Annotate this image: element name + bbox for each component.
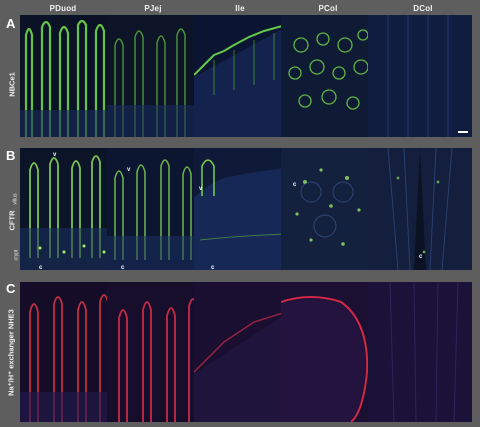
annotation-villus-ile: v: [199, 186, 203, 192]
side-label-crypt: crypt: [13, 249, 20, 261]
panel-letter-c: C: [6, 281, 16, 296]
panel-letter-a: A: [6, 16, 16, 31]
side-label-villus: villus: [12, 193, 19, 205]
micrograph-nbce1-pduod: [20, 15, 112, 137]
column-header-dcol: DCol: [413, 4, 433, 13]
column-header-pduod: PDuod: [49, 4, 77, 13]
micrograph-cftr-pduod: [20, 148, 112, 270]
column-header-pcol: PCol: [318, 4, 338, 13]
micrograph-cftr-pjej: [107, 148, 199, 270]
annotation-crypt-pduod: c: [39, 265, 43, 271]
annotation-villus-pjej: v: [127, 167, 131, 173]
micrograph-cftr-dcol: [368, 148, 472, 270]
annotation-crypt-ile: c: [211, 265, 215, 271]
annotation-crypt-pcol: c: [293, 182, 297, 188]
row-label-nhe3: Na⁺/H⁺ exchanger NHE3: [6, 309, 16, 396]
micrograph-nbce1-pjej: [107, 15, 199, 137]
column-header-ile: Ile: [235, 4, 245, 13]
row-label-cftr: CFTR: [7, 210, 17, 231]
micrograph-nbce1-pcol: [281, 15, 373, 137]
panel-letter-b: B: [6, 148, 16, 163]
row-label-nbce1: NBCe1: [7, 72, 17, 97]
micrograph-cftr-pcol: [281, 148, 373, 270]
micrograph-nhe3-ile: [194, 282, 286, 422]
micrograph-nhe3-dcol: [368, 282, 472, 422]
column-header-pjej: PJej: [144, 4, 162, 13]
annotation-crypt-dcol: c: [419, 254, 423, 260]
figure-panel: PDuod PJej Ile PCol DCol A B C NBCe1 CFT…: [0, 0, 480, 427]
micrograph-nhe3-pduod: [20, 282, 112, 422]
annotation-crypt-pjej: c: [121, 265, 125, 271]
micrograph-cftr-ile: [194, 148, 286, 270]
micrograph-nhe3-pjej: [107, 282, 199, 422]
micrograph-nbce1-ile: [194, 15, 286, 137]
micrograph-nhe3-pcol: [281, 282, 373, 422]
annotation-villus-pduod: v: [53, 152, 57, 158]
micrograph-nbce1-dcol: [368, 15, 472, 137]
scale-bar: [458, 131, 468, 133]
